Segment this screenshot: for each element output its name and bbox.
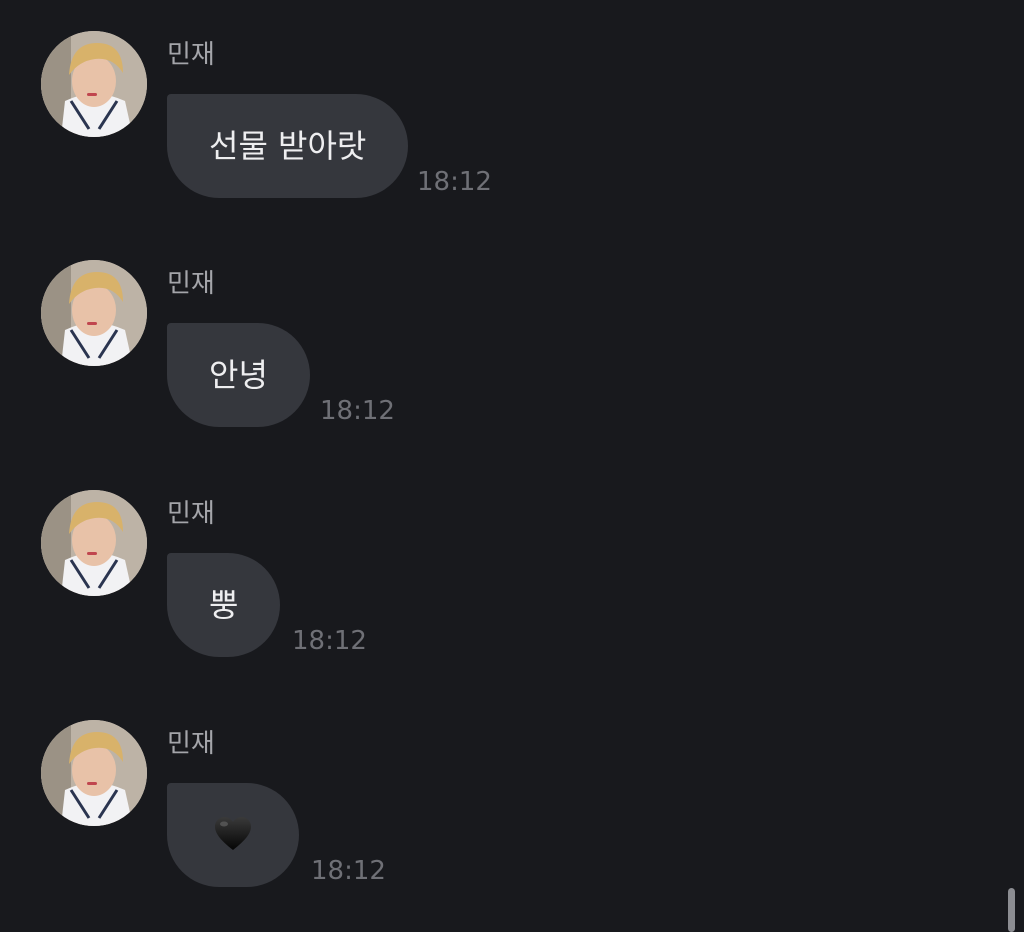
message-row: 민재 뿡 18:12 xyxy=(0,490,1000,720)
message-row: 민재 선물 받아랏 18:12 xyxy=(0,31,1000,261)
scrollbar[interactable] xyxy=(1008,888,1015,932)
message-bubble[interactable]: 선물 받아랏 xyxy=(167,94,409,198)
message-time: 18:12 xyxy=(311,856,386,886)
black-heart-icon: 🖤 xyxy=(215,817,251,850)
message-bubble[interactable]: 뿡 xyxy=(167,553,281,657)
avatar-photo-icon xyxy=(41,720,147,826)
sender-name: 민재 xyxy=(167,269,215,299)
message-time: 18:12 xyxy=(320,396,395,426)
sender-avatar[interactable] xyxy=(41,720,147,826)
message-row: 민재 안녕 18:12 xyxy=(0,260,1000,490)
message-row: 민재 🖤 18:12 xyxy=(0,720,1000,932)
chat-window: 민재 선물 받아랏 18:12 민재 안녕 18:12 민재 뿡 18:12 민… xyxy=(0,0,1024,932)
sender-name: 민재 xyxy=(167,729,215,759)
sender-avatar[interactable] xyxy=(41,260,147,366)
message-time: 18:12 xyxy=(292,626,367,656)
message-time: 18:12 xyxy=(417,167,492,197)
avatar-photo-icon xyxy=(41,490,147,596)
sender-avatar[interactable] xyxy=(41,490,147,596)
sender-name: 민재 xyxy=(167,40,215,70)
message-bubble[interactable]: 🖤 xyxy=(167,783,299,887)
sender-name: 민재 xyxy=(167,499,215,529)
avatar-photo-icon xyxy=(41,260,147,366)
message-bubble[interactable]: 안녕 xyxy=(167,323,310,427)
sender-avatar[interactable] xyxy=(41,31,147,137)
avatar-photo-icon xyxy=(41,31,147,137)
